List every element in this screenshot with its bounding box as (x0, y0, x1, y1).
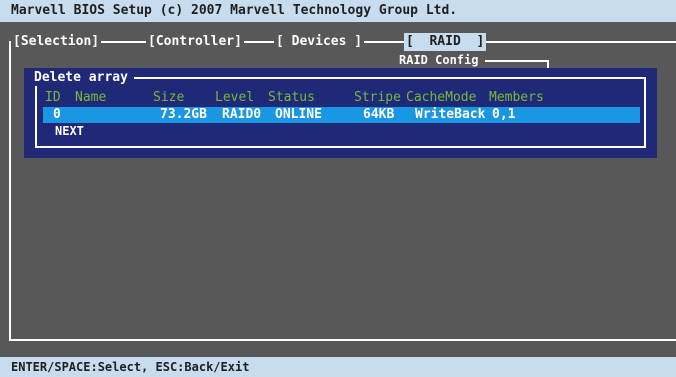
column-header-size: Size (153, 90, 185, 105)
submenu-raid-config[interactable]: RAID Config (395, 52, 483, 68)
array-size: 73.2GB (160, 107, 207, 122)
menu-selection[interactable]: [Selection] (11, 33, 102, 51)
submenu-divider (485, 60, 549, 62)
array-level: RAID0 (222, 107, 262, 122)
status-bar: ENTER/SPACE:Select, ESC:Back/Exit (0, 357, 676, 377)
title-bar: Marvell BIOS Setup (c) 2007 Marvell Tech… (0, 0, 676, 22)
title-text: Marvell BIOS Setup (c) 2007 Marvell Tech… (11, 3, 458, 18)
array-members: 0,1 (492, 107, 516, 122)
column-header-level: Level (215, 90, 255, 105)
column-header-name: Name (75, 90, 107, 105)
array-row[interactable]: 0 73.2GB RAID0 ONLINE 64KB WriteBack 0,1 (43, 107, 640, 123)
array-stripe: 64KB (363, 107, 395, 122)
menu-controller[interactable]: [Controller] (146, 33, 244, 51)
menu-devices[interactable]: [ Devices ] (274, 33, 365, 51)
array-status: ONLINE (275, 107, 322, 122)
menu-raid[interactable]: [ RAID ] (404, 33, 487, 51)
array-id: 0 (53, 107, 61, 122)
help-text: ENTER/SPACE:Select, ESC:Back/Exit (11, 360, 250, 374)
column-header-id: ID (45, 90, 61, 105)
column-header-stripe: Stripe (354, 90, 401, 105)
array-cachemode: WriteBack (415, 107, 486, 122)
dialog-title: Delete array (31, 70, 134, 86)
column-header-status: Status (268, 90, 315, 105)
column-header-cachemode: CacheMode (406, 90, 477, 105)
delete-array-dialog: Delete array ID Name Size Level Status S… (24, 68, 657, 158)
column-header-members: Members (489, 90, 544, 105)
next-option[interactable]: NEXT (55, 123, 84, 139)
